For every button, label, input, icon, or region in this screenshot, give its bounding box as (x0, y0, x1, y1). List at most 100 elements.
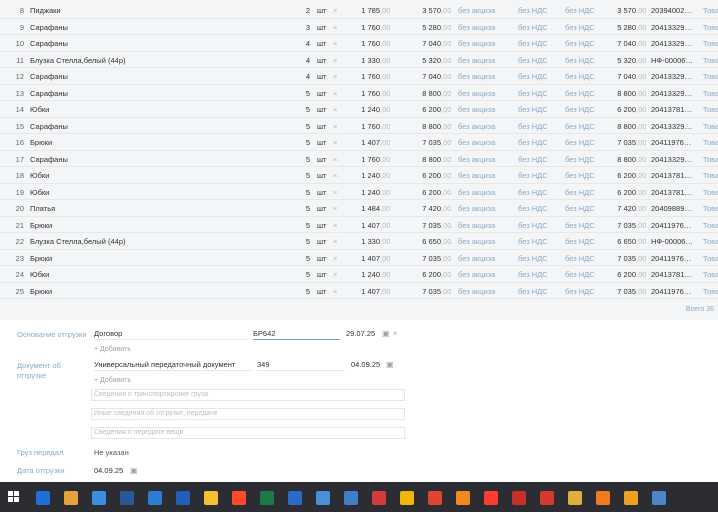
start-icon[interactable] (8, 491, 20, 503)
yandex-browser-icon[interactable] (232, 491, 246, 505)
table-row[interactable]: 14 Юбки 5 шт × 1 240,00 6 200,00 без акциза без … (0, 101, 718, 118)
table-row[interactable]: 19 Юбки 5 шт × 1 240,00 6 200,00 без акциза без … (0, 184, 718, 200)
cell-price_k: ,00 (380, 121, 390, 131)
transport-info-input[interactable]: Сведения о транспортировке груза (91, 389, 405, 401)
basis-number-field[interactable]: БР642 (253, 328, 340, 340)
calendar-icon[interactable]: ▣ (130, 466, 138, 475)
cell-sum_k: ,00 (441, 105, 451, 114)
cell-name: Сарафаны (30, 39, 68, 48)
cell-sum_k: ,00 (441, 204, 451, 213)
cell-kind: Това (703, 270, 718, 279)
cell-price: 1 407 (361, 138, 380, 147)
ship-date-field[interactable]: 04.09.25 (94, 465, 128, 477)
add-basis-button[interactable]: + Добавить (94, 346, 131, 353)
cell-kind: Това (703, 237, 718, 246)
app-blue-chart-icon[interactable] (176, 491, 190, 505)
table-row[interactable]: 25 Брюки 5 шт × 1 407,00 7 035,00 без акциза без… (0, 283, 718, 299)
cargo-value[interactable]: Не указан (94, 447, 154, 459)
other-info-input[interactable]: Иные сведения об отгрузке, передаче (91, 408, 405, 420)
shipdoc-number-field[interactable]: 349 (257, 359, 345, 371)
app-orange-1c-icon[interactable] (456, 491, 470, 505)
cell-x: × (333, 237, 338, 246)
cell-excise: без акциза (458, 171, 496, 180)
table-row[interactable]: 21 Брюки 5 шт × 1 407,00 7 035,00 без акциза без… (0, 217, 718, 233)
cell-price: 1 407 (361, 220, 380, 230)
cell-price: 1 240 (361, 270, 380, 279)
basis-doc-field[interactable]: Договор (94, 328, 247, 340)
network-icon[interactable] (344, 491, 358, 505)
cell-total: 6 650 (617, 237, 636, 246)
word-icon[interactable] (120, 491, 134, 505)
table-row[interactable]: 22 Блузка Стелла,белый (44р) 5 шт × 1 330,00 6… (0, 233, 718, 250)
close-icon[interactable]: × (393, 329, 398, 338)
cell-code: 20409889… (651, 204, 692, 213)
transfer-info-input[interactable]: Сведения о передаче вещи (91, 427, 405, 439)
table-row[interactable]: 23 Брюки 5 шт × 1 407,00 7 035,00 без акциза без… (0, 250, 718, 266)
cell-sum: 7 035 (422, 286, 441, 296)
cell-sum: 8 800 (422, 154, 441, 164)
app-orange-cross-icon[interactable] (624, 491, 638, 505)
edge-browser-icon[interactable] (92, 491, 106, 505)
table-row[interactable]: 16 Брюки 5 шт × 1 407,00 7 035,00 без акциза без… (0, 134, 718, 151)
file-explorer-icon[interactable] (204, 491, 218, 505)
cell-unit: шт (317, 253, 327, 263)
total-count: Всего 36 (685, 306, 714, 313)
firefox-icon[interactable] (596, 491, 610, 505)
app-window-icon[interactable] (652, 491, 666, 505)
table-row[interactable]: 8 Пиджаки 2 шт × 1 785,00 3 570,00 без акциза бе… (0, 2, 718, 19)
add-shipdoc-button[interactable]: + Добавить (94, 377, 131, 384)
pdf-reader-icon[interactable] (512, 491, 526, 505)
cell-kind: Това (703, 171, 718, 180)
calendar-icon[interactable]: ▣ (382, 329, 390, 338)
tools-icon[interactable] (316, 491, 330, 505)
cell-total_k: ,00 (636, 187, 646, 197)
yandex-browser-2-icon[interactable] (484, 491, 498, 505)
cell-n: 10 (15, 39, 24, 48)
cell-excise: без акциза (458, 39, 496, 48)
1c-icon[interactable] (400, 491, 414, 505)
cell-n: 16 (15, 138, 24, 147)
table-row[interactable]: 11 Блузка Стелла,белый (44р) 4 шт × 1 330,00 5… (0, 52, 718, 68)
table-row[interactable]: 17 Сарафаны 5 шт × 1 760,00 8 800,00 без акциза… (0, 151, 718, 167)
red-circle-app-icon[interactable] (372, 491, 386, 505)
cell-excise: без акциза (458, 105, 496, 114)
table-row[interactable]: 12 Сарафаны 4 шт × 1 760,00 7 040,00 без акциза… (0, 68, 718, 85)
cell-total: 7 420 (617, 204, 636, 213)
cell-x: × (333, 39, 338, 48)
app-blue-card-icon[interactable] (288, 491, 302, 505)
cell-vat1: без НДС (518, 171, 548, 180)
app-blue-window-icon[interactable] (36, 491, 50, 505)
cell-unit: шт (317, 6, 327, 15)
goods-table: 8 Пиджаки 2 шт × 1 785,00 3 570,00 без акциза бе… (0, 0, 718, 320)
photo-app-icon[interactable] (64, 491, 78, 505)
cell-unit: шт (317, 270, 327, 279)
cell-n: 18 (15, 171, 24, 180)
table-row[interactable]: 9 Сарафаны 3 шт × 1 760,00 5 280,00 без акциза б… (0, 19, 718, 35)
cell-price_k: ,00 (380, 171, 390, 180)
app-red-square-icon[interactable] (540, 491, 554, 505)
calendar-icon[interactable]: ▣ (386, 360, 394, 369)
cell-code: 20394002… (651, 6, 692, 15)
table-row[interactable]: 10 Сарафаны 4 шт × 1 760,00 7 040,00 без акциза… (0, 35, 718, 52)
table-row[interactable]: 15 Сарафаны 5 шт × 1 760,00 8 800,00 без акциза… (0, 118, 718, 134)
shipdoc-type-field[interactable]: Универсальный передаточный документ (94, 359, 251, 371)
cell-sum_k: ,00 (441, 220, 451, 230)
cell-total_k: ,00 (636, 22, 646, 32)
table-row[interactable]: 18 Юбки 5 шт × 1 240,00 6 200,00 без акциза без … (0, 167, 718, 184)
table-row[interactable]: 20 Платья 5 шт × 1 484,00 7 420,00 без акциза бе… (0, 200, 718, 217)
chrome-icon[interactable] (568, 491, 582, 505)
excel-icon[interactable] (260, 491, 274, 505)
cell-total: 6 200 (617, 105, 636, 114)
cell-total_k: ,00 (636, 72, 646, 81)
table-row[interactable]: 13 Сарафаны 5 шт × 1 760,00 8 800,00 без акциза… (0, 85, 718, 101)
cell-sum: 3 570 (422, 6, 441, 15)
cell-sum_k: ,00 (441, 138, 451, 147)
app-red-arrow-icon[interactable] (428, 491, 442, 505)
basis-date-field[interactable]: 29.07.25 (346, 328, 380, 340)
cell-n: 23 (15, 253, 24, 263)
table-row[interactable]: 24 Юбки 5 шт × 1 240,00 6 200,00 без акциза без … (0, 266, 718, 283)
cell-x: × (333, 88, 338, 98)
cell-n: 24 (15, 270, 24, 279)
app-blue-square-icon[interactable] (148, 491, 162, 505)
shipdoc-date-field[interactable]: 04.09.25 (351, 359, 385, 371)
